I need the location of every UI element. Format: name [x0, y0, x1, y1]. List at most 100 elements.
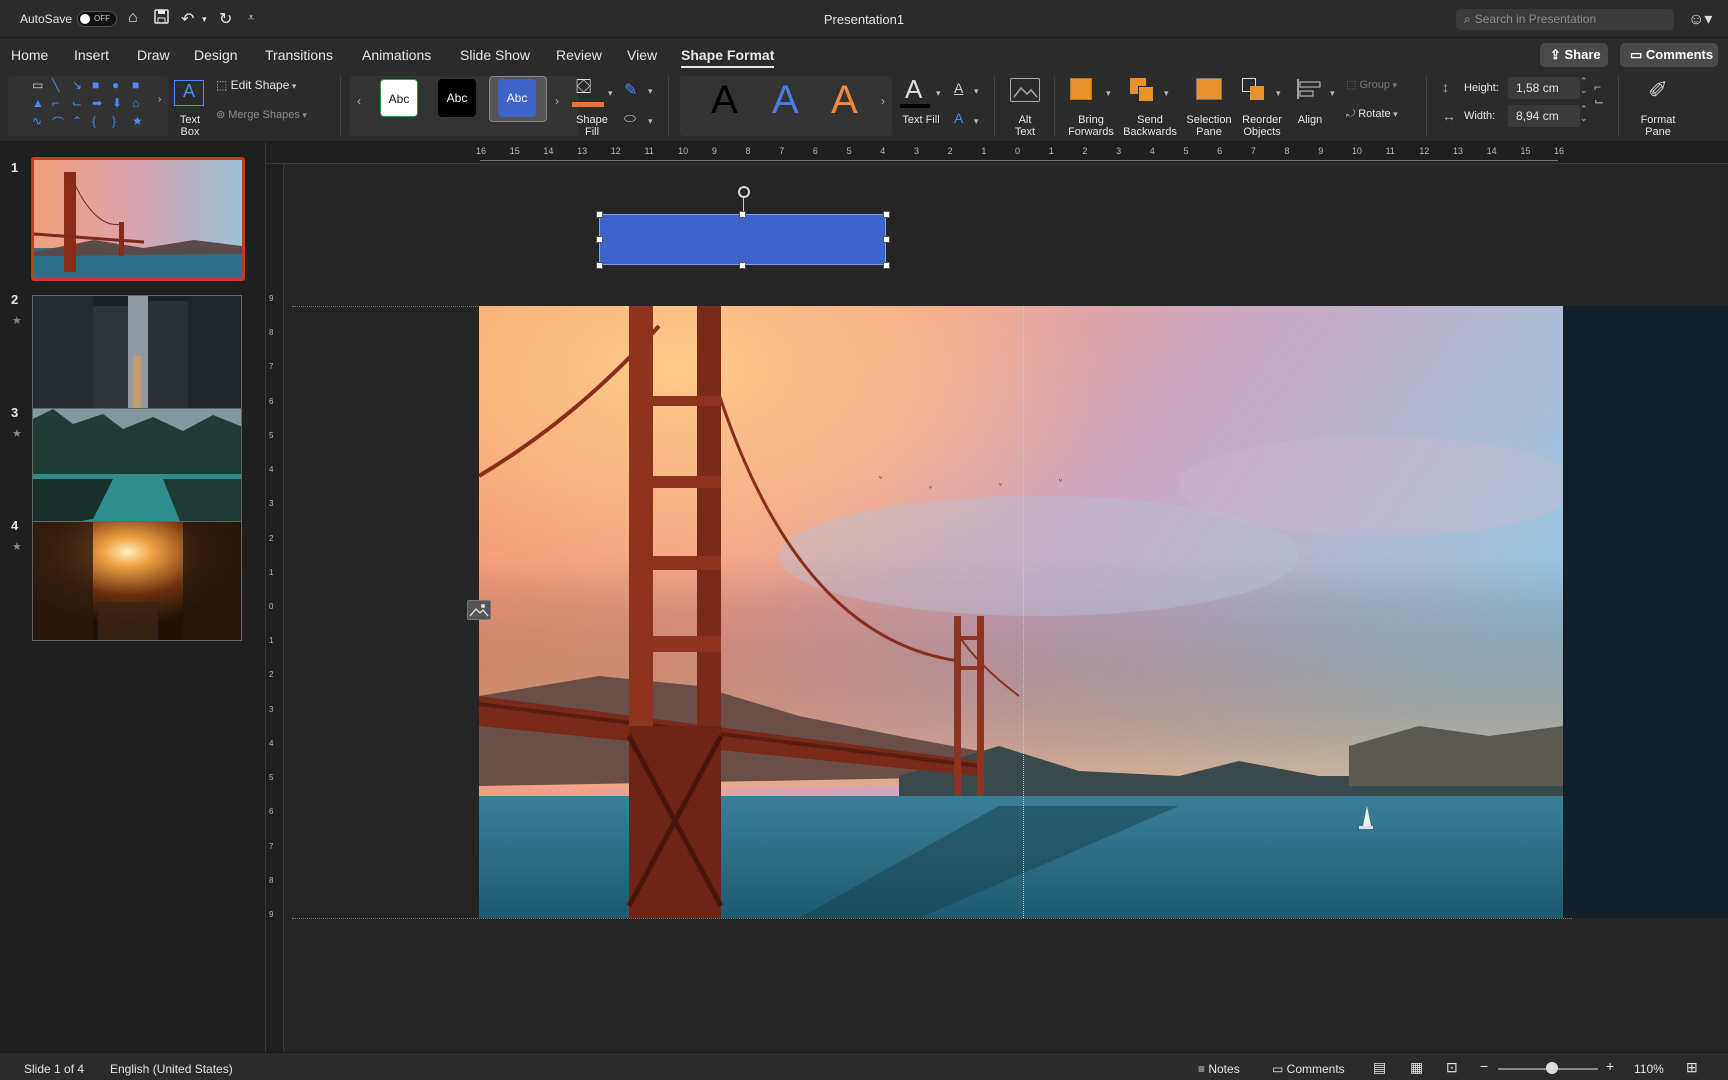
text-fill-dropdown-icon[interactable]: ▾ — [936, 88, 941, 99]
fit-to-window-icon[interactable]: ⊞ — [1686, 1059, 1698, 1076]
styles-prev-icon[interactable]: ‹ — [357, 94, 361, 108]
slide-thumbnail-3[interactable] — [32, 408, 242, 528]
feedback-smiley-icon[interactable]: ☺▾ — [1688, 9, 1712, 29]
bring-forwards-dropdown-icon[interactable]: ▾ — [1106, 88, 1111, 99]
rotate-handle[interactable] — [738, 186, 750, 198]
text-outline-icon[interactable]: A — [954, 80, 963, 96]
slide-thumbnail-2[interactable] — [32, 295, 242, 415]
ruler-baseline — [480, 160, 1558, 161]
down-arrow-shape-icon[interactable]: ⬇ — [112, 96, 122, 110]
selected-blue-rectangle[interactable] — [599, 214, 886, 265]
merge-shapes-button[interactable]: ⊚ Merge Shapes ▾ — [216, 108, 307, 121]
notes-button[interactable]: ≡ Notes — [1198, 1062, 1240, 1076]
slide-image-golden-gate[interactable]: ᵛ ᵛ ᵛ ᵛ — [479, 306, 1563, 918]
share-button[interactable]: ⇪ Share — [1540, 43, 1608, 67]
rectangle-shape-icon[interactable]: ■ — [92, 78, 99, 92]
tab-animations[interactable]: Animations — [362, 47, 431, 63]
tab-home[interactable]: Home — [11, 47, 48, 63]
text-outline-dropdown-icon[interactable]: ▾ — [974, 86, 979, 97]
shape-effects-dropdown-icon[interactable]: ▾ — [648, 116, 653, 127]
presenter-view-icon[interactable]: ⊡ — [1446, 1059, 1458, 1076]
right-arrow-shape-icon[interactable]: ➡ — [92, 96, 102, 110]
line-shape-icon[interactable]: ╲ — [52, 78, 59, 92]
width-stepper[interactable]: ⌃ ⌄ — [1580, 105, 1588, 123]
wordart-next-icon[interactable]: › — [881, 94, 885, 108]
slide-thumbnail-4[interactable] — [32, 521, 242, 641]
align-dropdown-icon[interactable]: ▾ — [1330, 88, 1335, 99]
wordart-style-blue[interactable]: A — [772, 78, 799, 123]
shape-outline-dropdown-icon[interactable]: ▾ — [648, 86, 653, 97]
slide-thumbnail-1[interactable] — [31, 157, 245, 281]
left-brace-shape-icon[interactable]: { — [92, 114, 96, 128]
status-comments-button[interactable]: ▭ Comments — [1272, 1062, 1345, 1076]
tab-review[interactable]: Review — [556, 47, 602, 63]
elbow-connector-shape-icon[interactable]: ⌙ — [72, 96, 82, 110]
shape-effects-icon[interactable]: ⬭ — [624, 110, 636, 127]
slide-count: Slide 1 of 4 — [24, 1062, 85, 1076]
scribble-shape-icon[interactable]: ⌃ — [72, 114, 82, 128]
shape-fill-dropdown-icon[interactable]: ▾ — [608, 88, 613, 99]
shapes-gallery[interactable]: ▭ ╲ ↘ ■ ● ■ ▲ ⌐ ⌙ ➡ ⬇ ⌂ ∿ ⌒ ⌃ { } ★ › — [8, 76, 168, 136]
picture-placeholder-icon[interactable] — [467, 600, 491, 620]
resize-handle[interactable] — [596, 262, 603, 269]
resize-handle[interactable] — [739, 262, 746, 269]
zoom-slider-knob[interactable] — [1546, 1062, 1558, 1074]
shape-style-blue[interactable]: Abc — [498, 79, 536, 117]
text-effects-dropdown-icon[interactable]: ▾ — [974, 116, 979, 127]
tab-draw[interactable]: Draw — [137, 47, 170, 63]
ruler-number: 2 — [1082, 146, 1088, 156]
resize-handle[interactable] — [883, 236, 890, 243]
reorder-objects-dropdown-icon[interactable]: ▾ — [1276, 88, 1281, 99]
share-icon: ⇪ — [1550, 47, 1565, 62]
curve-shape-icon[interactable]: ∿ — [32, 114, 42, 128]
triangle-shape-icon[interactable]: ▲ — [32, 96, 44, 110]
arrow-line-shape-icon[interactable]: ↘ — [72, 78, 82, 92]
right-brace-shape-icon[interactable]: } — [112, 114, 116, 128]
comments-button[interactable]: ▭ Comments — [1620, 43, 1718, 67]
search-input[interactable]: ⌕ Search in Presentation — [1456, 9, 1674, 30]
slide-sorter-icon[interactable]: ▦ — [1410, 1059, 1423, 1076]
shape-style-black[interactable]: Abc — [438, 79, 476, 117]
star-shape-icon[interactable]: ★ — [132, 114, 143, 128]
rotate-button[interactable]: ⤾ Rotate ▾ — [1346, 108, 1398, 121]
shapes-more-icon[interactable]: › — [158, 94, 161, 105]
group-button[interactable]: ⬚ Group ▾ — [1346, 78, 1397, 91]
height-input[interactable]: 1,58 cm — [1508, 77, 1580, 99]
tab-view[interactable]: View — [627, 47, 657, 63]
tab-shape-format[interactable]: Shape Format — [681, 47, 775, 68]
edit-shape-button[interactable]: ⬚ Edit Shape ▾ — [216, 78, 296, 92]
tab-insert[interactable]: Insert — [74, 47, 109, 63]
normal-view-icon[interactable]: ▤ — [1373, 1059, 1386, 1076]
zoom-in-icon[interactable]: + — [1606, 1058, 1614, 1074]
width-input[interactable]: 8,94 cm — [1508, 105, 1580, 127]
slide-canvas[interactable]: ᵛ ᵛ ᵛ ᵛ — [284, 164, 1728, 1052]
resize-handle[interactable] — [883, 262, 890, 269]
styles-next-icon[interactable]: › — [555, 94, 559, 108]
zoom-level[interactable]: 110% — [1634, 1062, 1664, 1076]
resize-handle[interactable] — [596, 211, 603, 218]
lock-aspect-icon[interactable]: ⌐ ⌙ — [1594, 80, 1604, 108]
shape-style-white[interactable]: Abc — [380, 79, 418, 117]
language[interactable]: English (United States) — [110, 1062, 233, 1076]
resize-handle[interactable] — [596, 236, 603, 243]
oval-shape-icon[interactable]: ● — [112, 78, 119, 92]
shape-outline-icon[interactable]: ✎ — [624, 80, 637, 100]
reorder-objects-icon-front — [1250, 86, 1264, 100]
resize-handle[interactable] — [739, 211, 746, 218]
freeform-shape-icon[interactable]: ⌂ — [132, 96, 139, 110]
text-box-shape-icon[interactable]: ▭ — [32, 78, 43, 92]
tab-slide-show[interactable]: Slide Show — [460, 47, 530, 63]
send-backwards-dropdown-icon[interactable]: ▾ — [1164, 88, 1169, 99]
wordart-style-black[interactable]: A — [711, 78, 738, 123]
height-stepper[interactable]: ⌃ ⌄ — [1580, 77, 1588, 95]
arc-shape-icon[interactable]: ⌒ — [52, 114, 64, 131]
resize-handle[interactable] — [883, 211, 890, 218]
ruler-number: 6 — [1217, 146, 1223, 156]
rounded-rectangle-shape-icon[interactable]: ■ — [132, 78, 139, 92]
zoom-out-icon[interactable]: − — [1480, 1058, 1488, 1074]
wordart-style-orange[interactable]: A — [831, 78, 858, 123]
tab-transitions[interactable]: Transitions — [265, 47, 333, 63]
text-effects-icon[interactable]: A — [954, 110, 963, 126]
connector-shape-icon[interactable]: ⌐ — [52, 96, 59, 110]
tab-design[interactable]: Design — [194, 47, 238, 63]
